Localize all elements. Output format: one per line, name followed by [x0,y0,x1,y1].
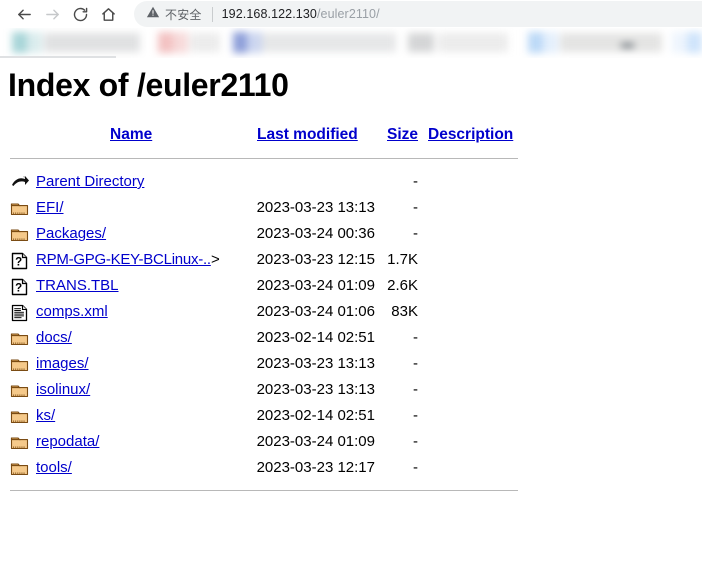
listing-column-headers: Name Last modified Size Description [0,126,702,152]
forward-button[interactable] [38,1,66,27]
table-row: ? RPM-GPG-KEY-BCLinux-.. >2023-03-23 12:1… [0,248,702,274]
size-cell: 83K [391,303,418,320]
table-row: ks/2023-02-14 02:51 - [0,404,702,430]
folder-icon [10,225,30,245]
last-modified-cell: 2023-03-24 01:06 [256,303,375,320]
name-truncation-marker: > [211,251,220,268]
page-title: Index of /euler2110 [8,67,289,103]
file-link[interactable]: comps.xml [36,303,108,320]
last-modified-cell: 2023-03-23 13:13 [256,199,375,216]
omnibox-divider [211,6,213,22]
browser-toolbar: 不安全 192.168.122.130/euler2110/ [0,0,702,28]
file-link[interactable]: RPM-GPG-KEY-BCLinux-.. [36,251,211,268]
sort-by-description-link[interactable]: Description [428,126,513,144]
folder-icon [10,433,30,453]
file-link[interactable]: tools/ [36,459,72,476]
file-link[interactable]: docs/ [36,329,72,346]
last-modified-cell: 2023-02-14 02:51 [256,329,375,346]
svg-text:?: ? [15,257,22,269]
folder-icon [10,355,30,375]
size-cell: - [413,329,418,346]
sort-by-last-modified-link[interactable]: Last modified [257,126,358,144]
table-row: ? TRANS.TBL 2023-03-24 01:09 2.6K [0,274,702,300]
size-cell: 1.7K [387,251,418,268]
folder-icon [10,199,30,219]
folder-icon [10,381,30,401]
url-path: /euler2110/ [316,7,380,21]
bookmark-bar[interactable] [0,28,702,58]
warning-triangle-icon [146,5,160,24]
size-cell: - [413,355,418,372]
size-cell: - [413,381,418,398]
file-link[interactable]: images/ [36,355,89,372]
size-cell: - [413,225,418,242]
sort-by-name-link[interactable]: Name [110,126,152,144]
file-link[interactable]: TRANS.TBL [36,277,119,294]
file-link[interactable]: Parent Directory [36,173,144,190]
home-button[interactable] [94,1,122,27]
last-modified-cell: 2023-03-24 00:36 [256,225,375,242]
apache-directory-index: Index of /euler2110 Name Last modified S… [0,58,702,586]
last-modified-cell: 2023-03-23 12:15 [256,251,375,268]
folder-icon [10,407,30,427]
table-row: Packages/2023-03-24 00:36 - [0,222,702,248]
table-row: Parent Directory - [0,170,702,196]
url-text[interactable]: 192.168.122.130/euler2110/ [222,7,380,21]
home-icon [100,6,117,23]
reload-icon [72,6,89,23]
table-row: repodata/2023-03-24 01:09 - [0,430,702,456]
security-label: 不安全 [165,7,202,22]
table-row: isolinux/2023-03-23 13:13 - [0,378,702,404]
table-row: docs/2023-02-14 02:51 - [0,326,702,352]
last-modified-cell: 2023-03-24 01:09 [256,433,375,450]
file-link[interactable]: isolinux/ [36,381,90,398]
bookmark-bar-redaction [0,28,702,58]
size-cell: - [413,173,418,190]
directory-listing: Name Last modified Size Description Pare… [0,126,702,491]
last-modified-cell: 2023-03-23 13:13 [256,381,375,398]
last-modified-cell: 2023-03-23 13:13 [256,355,375,372]
file-link[interactable]: Packages/ [36,225,106,242]
back-arrow-icon [10,173,30,193]
url-host: 192.168.122.130 [221,7,317,21]
svg-text:?: ? [15,283,22,295]
listing-rows: Parent Directory - EFI/2023-03-23 13:13 - [0,170,702,482]
size-cell: 2.6K [387,277,418,294]
table-row: tools/2023-03-23 12:17 - [0,456,702,482]
size-cell: - [413,433,418,450]
bookmark-label-mark [621,44,634,47]
arrow-right-icon [44,6,61,23]
last-modified-cell: 2023-02-14 02:51 [256,407,375,424]
table-row: images/2023-03-23 13:13 - [0,352,702,378]
arrow-left-icon [16,6,33,23]
unknown-file-icon: ? [10,277,30,297]
size-cell: - [413,459,418,476]
last-modified-cell: 2023-03-24 01:09 [256,277,375,294]
text-file-icon [10,303,30,323]
table-row: EFI/2023-03-23 13:13 - [0,196,702,222]
unknown-file-icon: ? [10,251,30,271]
listing-top-rule [10,158,518,159]
sort-by-size-link[interactable]: Size [387,126,418,144]
size-cell: - [413,407,418,424]
back-button[interactable] [10,1,38,27]
file-link[interactable]: ks/ [36,407,55,424]
file-link[interactable]: repodata/ [36,433,99,450]
folder-icon [10,329,30,349]
folder-icon [10,459,30,479]
security-status[interactable]: 不安全 [146,5,202,24]
file-link[interactable]: EFI/ [36,199,64,216]
listing-bottom-rule [10,490,518,491]
address-bar[interactable]: 不安全 192.168.122.130/euler2110/ [134,1,702,27]
size-cell: - [413,199,418,216]
last-modified-cell: 2023-03-23 12:17 [256,459,375,476]
table-row: comps.xml 2023-03-24 01:06 83K [0,300,702,326]
reload-button[interactable] [66,1,94,27]
